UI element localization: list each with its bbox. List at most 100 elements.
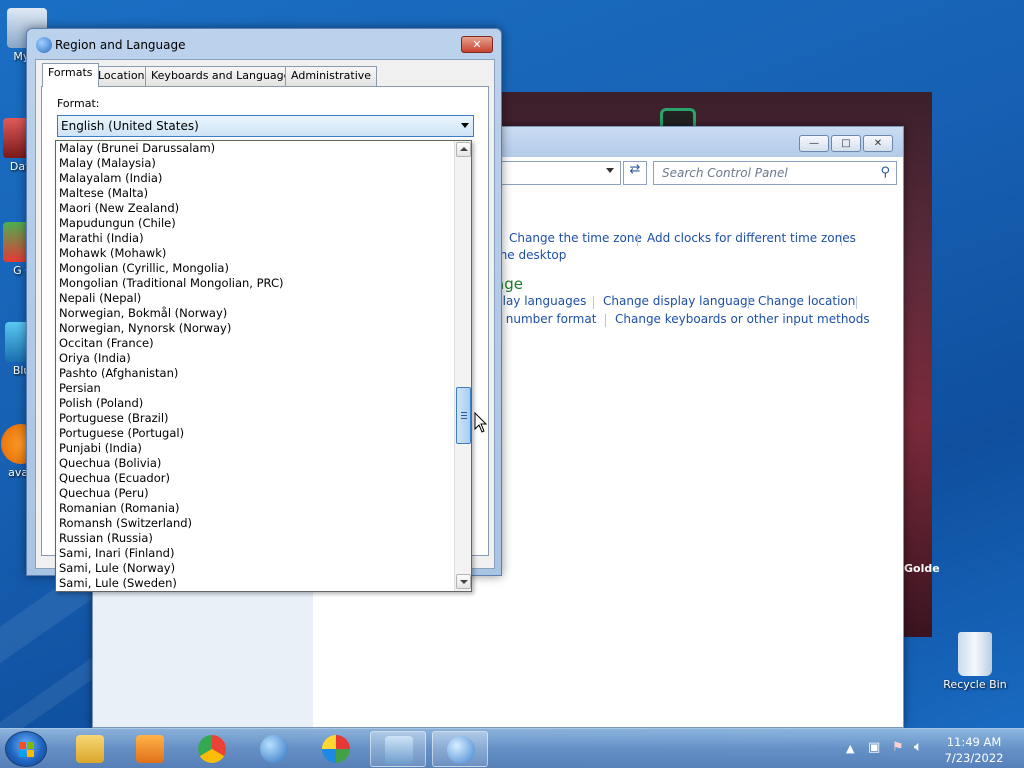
show-hidden-icons-button[interactable]: ▲ xyxy=(846,742,854,755)
dropdown-item[interactable]: Nepali (Nepal) xyxy=(56,291,471,306)
dropdown-item[interactable]: Russian (Russia) xyxy=(56,531,471,546)
clock-time: 11:49 AM xyxy=(946,735,1002,749)
dialog-title: Region and Language xyxy=(55,38,186,52)
scrollbar-thumb[interactable] xyxy=(456,387,471,444)
link-change-keyboards[interactable]: Change keyboards or other input methods xyxy=(615,312,870,326)
dropdown-item[interactable]: Mohawk (Mohawk) xyxy=(56,246,471,261)
search-icon[interactable]: ⚲ xyxy=(880,165,890,180)
dropdown-item[interactable]: Oriya (India) xyxy=(56,351,471,366)
link-change-location[interactable]: Change location xyxy=(758,294,855,308)
separator xyxy=(856,296,857,309)
dropdown-item[interactable]: Mongolian (Cyrillic, Mongolia) xyxy=(56,261,471,276)
desktop-icon-recycle-bin[interactable]: Recycle Bin xyxy=(940,632,1010,691)
format-dropdown-list[interactable]: Malay (Brunei Darussalam) Malay (Malaysia… xyxy=(55,140,472,592)
dropdown-item[interactable]: Mongolian (Traditional Mongolian, PRC) xyxy=(56,276,471,291)
dropdown-item[interactable]: Persian xyxy=(56,381,471,396)
dropdown-item[interactable]: Malay (Malaysia) xyxy=(56,156,471,171)
globe-icon xyxy=(36,37,52,53)
dropdown-item[interactable]: Sami, Inari (Finland) xyxy=(56,546,471,561)
maximize-button[interactable]: □ xyxy=(831,135,861,152)
dropdown-item[interactable]: Mapudungun (Chile) xyxy=(56,216,471,231)
taskbar-network[interactable] xyxy=(246,731,302,767)
link-number-format[interactable]: r number format xyxy=(497,312,596,326)
link-change-display-language[interactable]: Change display language xyxy=(603,294,755,308)
media-player-icon xyxy=(136,735,164,763)
close-button[interactable]: ✕ xyxy=(863,135,893,152)
taskbar: ▲ ▣ ⚑ 🔈︎ 11:49 AM 7/23/2022 xyxy=(0,728,1024,768)
app-icon xyxy=(322,735,350,763)
background-text: Golde xyxy=(904,562,940,575)
clock-date: 7/23/2022 xyxy=(944,751,1004,765)
mouse-cursor-icon xyxy=(474,412,488,433)
scroll-up-button[interactable] xyxy=(456,142,471,157)
dropdown-item[interactable]: Quechua (Ecuador) xyxy=(56,471,471,486)
windows-logo-icon xyxy=(19,742,35,758)
folder-icon xyxy=(76,735,104,763)
tab-location[interactable]: Location xyxy=(92,66,151,86)
dropdown-item[interactable]: Polish (Poland) xyxy=(56,396,471,411)
dropdown-item[interactable]: Norwegian, Bokmål (Norway) xyxy=(56,306,471,321)
taskbar-control-panel[interactable] xyxy=(370,731,426,767)
minimize-button[interactable]: — xyxy=(799,135,829,152)
separator xyxy=(605,314,606,327)
taskbar-explorer[interactable] xyxy=(62,731,118,767)
scroll-down-button[interactable] xyxy=(456,574,471,589)
address-bar[interactable] xyxy=(493,161,621,185)
dropdown-item[interactable]: Sami, Lule (Norway) xyxy=(56,561,471,576)
dropdown-item[interactable]: Portuguese (Brazil) xyxy=(56,411,471,426)
link-add-clocks[interactable]: Add clocks for different time zones xyxy=(647,231,856,245)
globe-icon xyxy=(260,735,288,763)
system-clock[interactable]: 11:49 AM 7/23/2022 xyxy=(934,734,1014,766)
refresh-button[interactable]: ⇄ xyxy=(623,161,647,185)
network-icon[interactable]: ▣ xyxy=(868,740,880,755)
control-panel-icon xyxy=(385,736,413,764)
taskbar-media-player[interactable] xyxy=(122,731,178,767)
dropdown-item[interactable]: Maori (New Zealand) xyxy=(56,201,471,216)
dropdown-items: Malay (Brunei Darussalam) Malay (Malaysia… xyxy=(56,141,471,591)
grip-icon xyxy=(461,412,467,419)
chevron-down-icon[interactable] xyxy=(606,168,614,173)
dropdown-item[interactable]: Portuguese (Portugal) xyxy=(56,426,471,441)
separator xyxy=(841,233,842,246)
taskbar-region-language[interactable] xyxy=(432,731,488,767)
separator xyxy=(748,296,749,309)
taskbar-color-app[interactable] xyxy=(308,731,364,767)
tab-keyboards-and-languages[interactable]: Keyboards and Languages xyxy=(145,66,303,86)
chevron-down-icon xyxy=(460,580,468,584)
format-select-value: English (United States) xyxy=(61,119,199,133)
link-desktop[interactable]: the desktop xyxy=(495,248,566,262)
tab-formats[interactable]: Formats xyxy=(42,63,99,87)
dropdown-item[interactable]: Maltese (Malta) xyxy=(56,186,471,201)
format-label: Format: xyxy=(57,97,100,110)
dropdown-item[interactable]: Norwegian, Nynorsk (Norway) xyxy=(56,321,471,336)
dropdown-item[interactable]: Pashto (Afghanistan) xyxy=(56,366,471,381)
format-select[interactable]: English (United States) xyxy=(57,115,474,137)
link-display-languages[interactable]: play languages xyxy=(495,294,586,308)
globe-clock-icon xyxy=(447,736,475,764)
dropdown-scrollbar[interactable] xyxy=(454,141,471,591)
dropdown-item[interactable]: Punjabi (India) xyxy=(56,441,471,456)
recycle-bin-icon xyxy=(958,632,992,676)
dropdown-item[interactable]: Quechua (Bolivia) xyxy=(56,456,471,471)
close-button[interactable]: ✕ xyxy=(461,36,493,53)
dropdown-item[interactable]: Occitan (France) xyxy=(56,336,471,351)
link-change-time-zone[interactable]: Change the time zone xyxy=(509,231,642,245)
dropdown-item[interactable]: Malay (Brunei Darussalam) xyxy=(56,141,471,156)
dropdown-item[interactable]: Romanian (Romania) xyxy=(56,501,471,516)
chevron-up-icon xyxy=(460,147,468,151)
tab-administrative[interactable]: Administrative xyxy=(285,66,378,86)
dropdown-item[interactable]: Sami, Lule (Sweden) xyxy=(56,576,471,591)
dropdown-item[interactable]: Quechua (Peru) xyxy=(56,486,471,501)
chevron-down-icon[interactable] xyxy=(461,123,469,128)
search-input[interactable]: Search Control Panel ⚲ xyxy=(653,161,897,185)
start-button[interactable] xyxy=(5,731,47,767)
dropdown-item[interactable]: Malayalam (India) xyxy=(56,171,471,186)
dropdown-item[interactable]: Marathi (India) xyxy=(56,231,471,246)
action-center-flag-icon[interactable]: ⚑ xyxy=(892,740,904,755)
dropdown-item[interactable]: Romansh (Switzerland) xyxy=(56,516,471,531)
chrome-icon xyxy=(198,735,226,763)
control-panel-sidebar xyxy=(93,579,313,727)
volume-icon[interactable]: 🔈︎ xyxy=(914,739,922,755)
taskbar-chrome[interactable] xyxy=(184,731,240,767)
separator xyxy=(593,296,594,309)
